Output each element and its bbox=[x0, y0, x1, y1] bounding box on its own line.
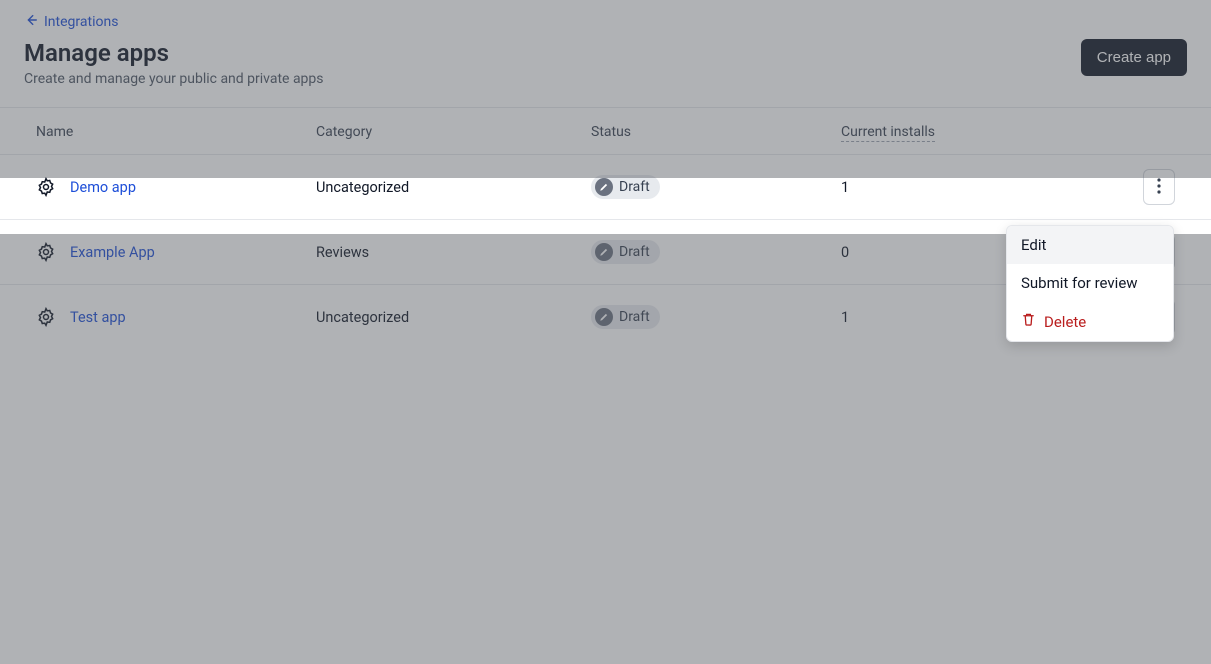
col-name: Name bbox=[0, 108, 304, 155]
gear-icon bbox=[36, 307, 56, 327]
status-text: Draft bbox=[619, 179, 650, 195]
app-installs: 1 bbox=[829, 155, 1111, 220]
menu-item-edit[interactable]: Edit bbox=[1007, 226, 1173, 264]
app-name-link[interactable]: Example App bbox=[70, 244, 155, 261]
arrow-left-icon bbox=[24, 13, 38, 31]
app-name-link[interactable]: Demo app bbox=[70, 179, 136, 196]
pencil-icon bbox=[595, 308, 613, 326]
status-badge: Draft bbox=[591, 240, 660, 264]
pencil-icon bbox=[595, 178, 613, 196]
trash-icon bbox=[1021, 312, 1036, 331]
create-app-button[interactable]: Create app bbox=[1081, 39, 1187, 76]
menu-item-delete[interactable]: Delete bbox=[1007, 302, 1173, 341]
gear-icon bbox=[36, 177, 56, 197]
status-text: Draft bbox=[619, 309, 650, 325]
more-vertical-icon bbox=[1157, 178, 1161, 197]
table-row: Demo app Uncategorized Draft 1 bbox=[0, 155, 1211, 220]
status-badge: Draft bbox=[591, 175, 660, 199]
col-category: Category bbox=[304, 108, 579, 155]
status-badge: Draft bbox=[591, 305, 660, 329]
status-text: Draft bbox=[619, 244, 650, 260]
row-context-menu: Edit Submit for review Delete bbox=[1006, 225, 1174, 342]
col-installs[interactable]: Current installs bbox=[829, 108, 1111, 155]
title-block: Manage apps Create and manage your publi… bbox=[24, 39, 324, 87]
pencil-icon bbox=[595, 243, 613, 261]
gear-icon bbox=[36, 242, 56, 262]
row-actions-button[interactable] bbox=[1143, 169, 1175, 205]
col-actions bbox=[1111, 108, 1211, 155]
app-category: Uncategorized bbox=[304, 285, 579, 350]
app-category: Uncategorized bbox=[304, 155, 579, 220]
app-category: Reviews bbox=[304, 220, 579, 285]
menu-item-submit[interactable]: Submit for review bbox=[1007, 264, 1173, 302]
back-link-label: Integrations bbox=[44, 14, 118, 30]
page-header: Integrations Manage apps Create and mana… bbox=[0, 0, 1211, 108]
table-header-row: Name Category Status Current installs bbox=[0, 108, 1211, 155]
col-status: Status bbox=[579, 108, 829, 155]
page-title: Manage apps bbox=[24, 39, 324, 67]
back-link[interactable]: Integrations bbox=[24, 13, 118, 31]
app-name-link[interactable]: Test app bbox=[70, 309, 126, 326]
page-subtitle: Create and manage your public and privat… bbox=[24, 71, 324, 87]
